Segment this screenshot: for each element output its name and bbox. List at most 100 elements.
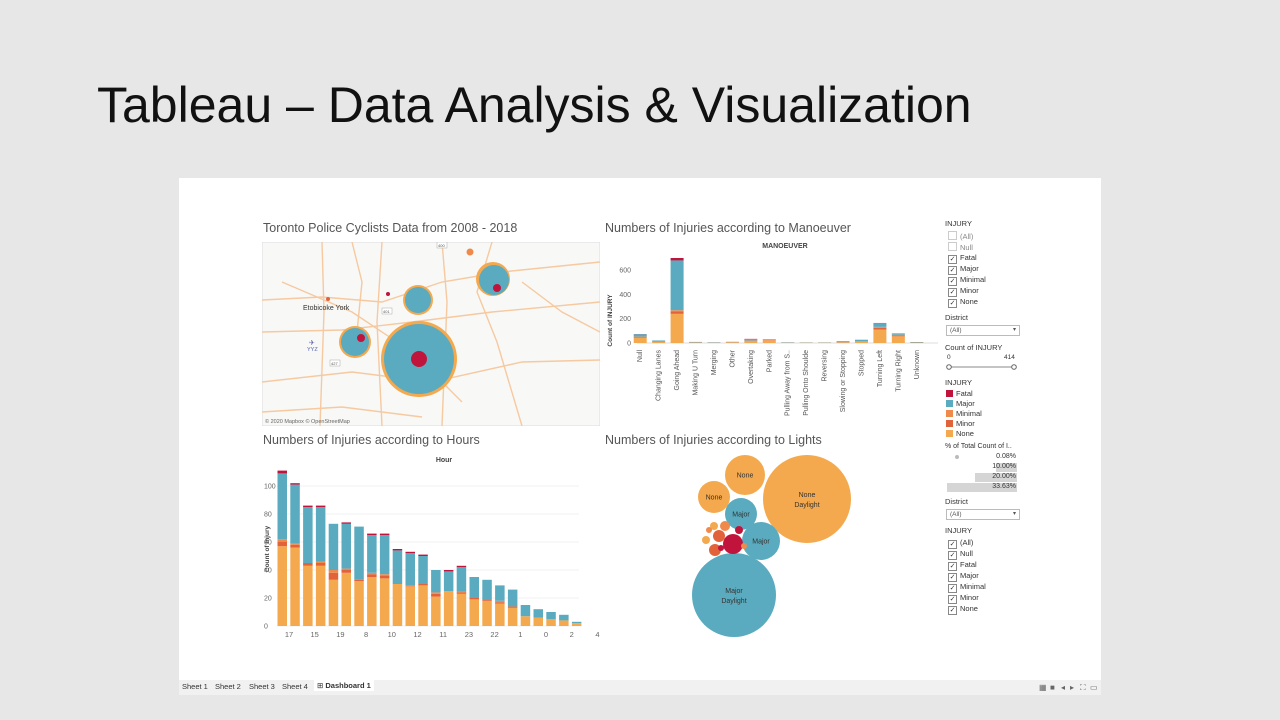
lights-chart[interactable]: None Daylight Major Daylight None None Major Ma… xyxy=(679,450,869,640)
bar-segment[interactable] xyxy=(762,339,776,340)
checkbox-icon[interactable]: ✓ xyxy=(948,573,957,582)
injury-filter-null[interactable]: Null xyxy=(948,242,973,252)
injury2-filter-null[interactable]: ✓ Null xyxy=(948,549,973,560)
bar-segment[interactable] xyxy=(469,599,480,626)
checkbox-icon[interactable]: ✓ xyxy=(948,277,957,286)
bubble-small[interactable] xyxy=(723,534,743,554)
bar-segment[interactable] xyxy=(482,600,492,626)
bar-segment[interactable] xyxy=(744,341,758,343)
checkbox-icon[interactable]: ✓ xyxy=(948,288,957,297)
checkbox-icon[interactable]: ✓ xyxy=(948,255,957,264)
bar-segment[interactable] xyxy=(392,549,403,551)
legend-item-none[interactable]: None xyxy=(946,429,974,438)
legend-item-minor[interactable]: Minor xyxy=(946,419,975,428)
district2-dropdown[interactable]: (All) ▾ xyxy=(946,509,1020,520)
bar-segment[interactable] xyxy=(328,572,339,580)
legend-item-minimal[interactable]: Minimal xyxy=(946,409,982,418)
bar-segment[interactable] xyxy=(633,337,647,343)
bar-segment[interactable] xyxy=(670,258,684,261)
tab-sheet-3[interactable]: Sheet 3 xyxy=(249,682,275,691)
bar-segment[interactable] xyxy=(495,585,505,601)
bar-segment[interactable] xyxy=(277,546,288,626)
legend-item-fatal[interactable]: Fatal xyxy=(946,389,973,398)
bar-segment[interactable] xyxy=(328,523,339,570)
bubble-major[interactable] xyxy=(692,553,776,637)
bar-segment[interactable] xyxy=(443,591,454,626)
checkbox-icon[interactable]: ✓ xyxy=(948,584,957,593)
bar-segment[interactable] xyxy=(405,586,416,626)
injury2-filter-minimal[interactable]: ✓ Minimal xyxy=(948,582,986,593)
bar-segment[interactable] xyxy=(559,620,569,626)
bar-segment[interactable] xyxy=(836,341,850,343)
bubble-small[interactable] xyxy=(718,545,724,551)
bar-segment[interactable] xyxy=(277,542,288,547)
map-view[interactable]: Etobicoke York YYZ 400 427 401 ✈ © 2020 … xyxy=(262,242,600,426)
bar-segment[interactable] xyxy=(367,577,377,626)
bar-segment[interactable] xyxy=(891,336,905,343)
grid-view-icon[interactable]: ▦ xyxy=(1039,683,1047,692)
bar-segment[interactable] xyxy=(379,574,390,576)
bar-segment[interactable] xyxy=(891,333,905,335)
bar-segment[interactable] xyxy=(290,483,300,485)
bar-segment[interactable] xyxy=(670,311,684,314)
bar-segment[interactable] xyxy=(341,568,352,570)
bar-segment[interactable] xyxy=(873,329,887,343)
next-icon[interactable]: ▸ xyxy=(1070,683,1074,692)
injury-filter-fatal[interactable]: ✓ Fatal xyxy=(948,253,977,264)
bar-segment[interactable] xyxy=(456,565,467,568)
bar-segment[interactable] xyxy=(456,567,467,591)
checkbox-icon[interactable]: ✓ xyxy=(948,540,957,549)
bar-segment[interactable] xyxy=(341,570,352,573)
bar-segment[interactable] xyxy=(405,551,416,554)
bar-segment[interactable] xyxy=(533,617,544,626)
injury2-filter-fatal[interactable]: ✓ Fatal xyxy=(948,560,977,571)
size-legend-item[interactable]: 0.08% xyxy=(946,453,1018,462)
tab-sheet-4[interactable]: Sheet 4 xyxy=(282,682,308,691)
bar-segment[interactable] xyxy=(469,598,480,600)
bar-segment[interactable] xyxy=(303,563,313,566)
bar-segment[interactable] xyxy=(379,578,390,626)
bar-segment[interactable] xyxy=(443,570,454,572)
bar-segment[interactable] xyxy=(431,570,441,593)
bar-segment[interactable] xyxy=(405,585,416,587)
fit-icon[interactable]: ⛶ xyxy=(1080,683,1086,693)
bar-segment[interactable] xyxy=(418,554,428,556)
bar-segment[interactable] xyxy=(571,621,582,624)
bar-segment[interactable] xyxy=(443,571,454,591)
bar-segment[interactable] xyxy=(652,342,666,343)
checkbox-icon[interactable] xyxy=(948,231,957,240)
filmstrip-icon[interactable]: ■ xyxy=(1050,683,1055,692)
bar-segment[interactable] xyxy=(328,570,339,573)
bar-segment[interactable] xyxy=(315,565,326,626)
bar-segment[interactable] xyxy=(418,585,428,626)
bar-segment[interactable] xyxy=(367,572,377,575)
bar-segment[interactable] xyxy=(546,612,556,619)
injury2-filter-minor[interactable]: ✓ Minor xyxy=(948,593,979,604)
injury2-filter-major[interactable]: ✓ Major xyxy=(948,571,979,582)
bar-segment[interactable] xyxy=(469,577,480,598)
bar-segment[interactable] xyxy=(507,607,518,626)
bar-segment[interactable] xyxy=(571,623,582,626)
slider-handle-max[interactable] xyxy=(1011,364,1017,370)
bar-segment[interactable] xyxy=(277,470,288,474)
bar-segment[interactable] xyxy=(482,579,492,600)
checkbox-icon[interactable] xyxy=(948,242,957,251)
bar-segment[interactable] xyxy=(418,556,428,584)
bar-segment[interactable] xyxy=(277,539,288,542)
tab-sheet-2[interactable]: Sheet 2 xyxy=(215,682,241,691)
bar-segment[interactable] xyxy=(328,579,339,626)
bar-segment[interactable] xyxy=(854,339,868,342)
bar-segment[interactable] xyxy=(670,313,684,343)
injury2-filter-all[interactable]: ✓ (All) xyxy=(948,538,973,549)
bubble-small[interactable] xyxy=(706,527,712,533)
bar-segment[interactable] xyxy=(379,575,390,579)
bar-segment[interactable] xyxy=(520,616,531,626)
injury2-filter-none[interactable]: ✓ None xyxy=(948,604,978,615)
bar-segment[interactable] xyxy=(354,579,364,582)
manoeuver-chart[interactable]: MANOEUVER Count of INJURY 0 200 400 600 Null Ch… xyxy=(603,238,943,438)
checkbox-icon[interactable]: ✓ xyxy=(948,606,957,615)
checkbox-icon[interactable]: ✓ xyxy=(948,299,957,308)
size-legend-item[interactable]: 10.00% xyxy=(946,463,1018,472)
bar-segment[interactable] xyxy=(533,609,544,618)
bar-segment[interactable] xyxy=(367,574,377,577)
